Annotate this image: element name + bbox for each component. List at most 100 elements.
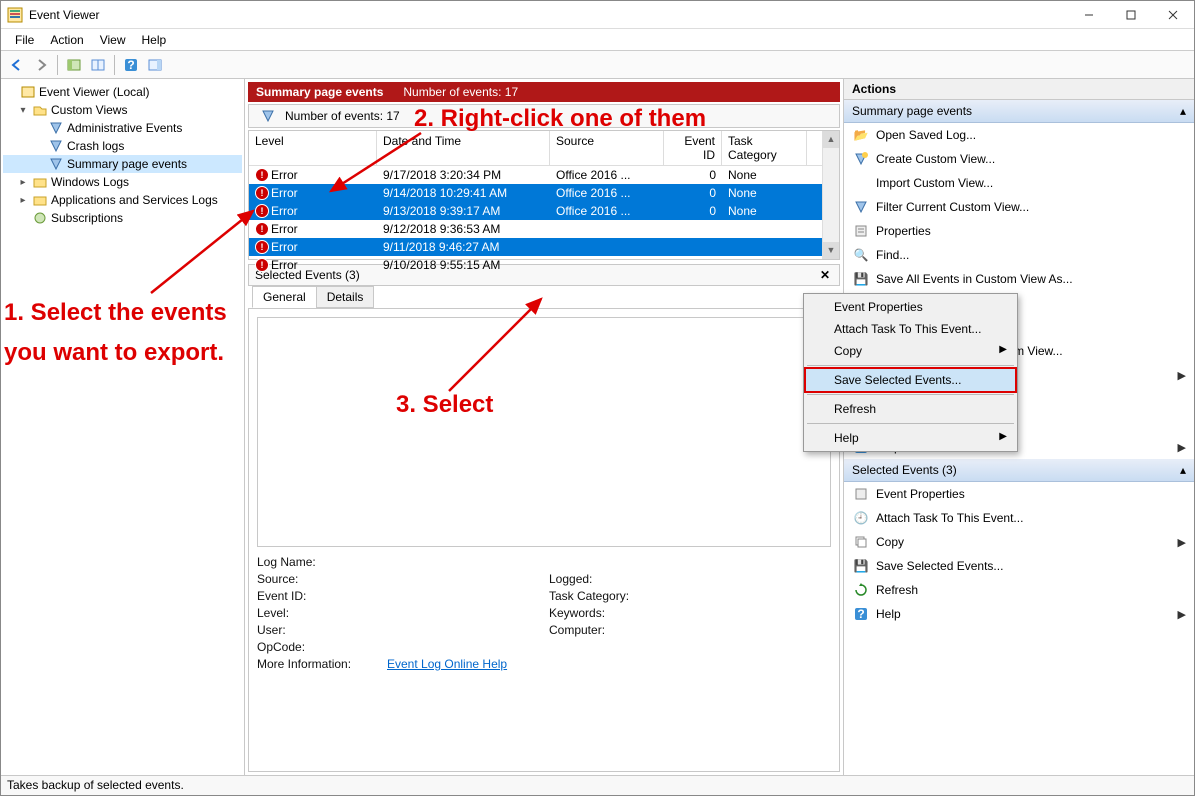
action-ev-attach-label: Attach Task To This Event... xyxy=(876,511,1023,525)
event-grid[interactable]: Level Date and Time Source Event ID Task… xyxy=(248,130,840,260)
toolbar-properties-button[interactable] xyxy=(87,54,109,76)
tree-windows-logs-label: Windows Logs xyxy=(51,175,129,189)
action-import-view-label: Import Custom View... xyxy=(876,176,993,190)
prop-opcode-label: OpCode: xyxy=(257,640,377,654)
action-import-view[interactable]: Import Custom View... xyxy=(844,171,1194,195)
tree-admin-events[interactable]: Administrative Events xyxy=(3,119,242,137)
prop-logged-label: Logged: xyxy=(549,572,669,586)
actions-section-summary-label: Summary page events xyxy=(852,104,972,118)
tree-windows-logs[interactable]: ▸Windows Logs xyxy=(3,173,242,191)
tree-custom-views[interactable]: ▾Custom Views xyxy=(3,101,242,119)
action-ev-help-label: Help xyxy=(876,607,901,621)
context-menu: Event Properties Attach Task To This Eve… xyxy=(803,293,1018,452)
table-row[interactable]: !Error9/17/2018 3:20:34 PMOffice 2016 ..… xyxy=(249,166,839,184)
filter-icon xyxy=(260,108,276,124)
tree-subscriptions[interactable]: Subscriptions xyxy=(3,209,242,227)
table-row[interactable]: !Error9/12/2018 9:36:53 AM xyxy=(249,220,839,238)
tree-summary-page-label: Summary page events xyxy=(67,157,187,171)
menu-file[interactable]: File xyxy=(7,31,42,49)
tree-apps-services[interactable]: ▸Applications and Services Logs xyxy=(3,191,242,209)
menu-action[interactable]: Action xyxy=(42,31,91,49)
col-date[interactable]: Date and Time xyxy=(377,131,550,165)
close-button[interactable] xyxy=(1152,1,1194,29)
actions-section-selected-label: Selected Events (3) xyxy=(852,463,957,477)
action-ev-save[interactable]: 💾Save Selected Events... xyxy=(844,554,1194,578)
tree-crash-logs-label: Crash logs xyxy=(67,139,124,153)
ctx-attach-task[interactable]: Attach Task To This Event... xyxy=(806,318,1015,340)
col-eventid[interactable]: Event ID xyxy=(664,131,722,165)
ctx-help[interactable]: Help▶ xyxy=(806,427,1015,449)
navigation-tree[interactable]: Event Viewer (Local) ▾Custom Views Admin… xyxy=(1,79,245,775)
summary-header: Summary page events Number of events: 17 xyxy=(248,82,840,102)
action-open-saved-log[interactable]: 📂Open Saved Log... xyxy=(844,123,1194,147)
prop-eventid-label: Event ID: xyxy=(257,589,377,603)
ctx-event-properties[interactable]: Event Properties xyxy=(806,296,1015,318)
minimize-button[interactable] xyxy=(1068,1,1110,29)
prop-computer-label: Computer: xyxy=(549,623,669,637)
filter-count: Number of events: 17 xyxy=(285,109,400,123)
action-properties[interactable]: Properties xyxy=(844,219,1194,243)
actions-section-selected[interactable]: Selected Events (3)▴ xyxy=(844,459,1194,482)
action-ev-copy[interactable]: Copy▶ xyxy=(844,530,1194,554)
prop-user-label: User: xyxy=(257,623,377,637)
ctx-save-selected[interactable]: Save Selected Events... xyxy=(804,367,1017,393)
col-task[interactable]: Task Category xyxy=(722,131,807,165)
toolbar-show-hide-tree-button[interactable] xyxy=(63,54,85,76)
forward-button[interactable] xyxy=(30,54,52,76)
scroll-down-icon[interactable]: ▼ xyxy=(823,242,839,259)
toolbar-show-hide-action-button[interactable] xyxy=(144,54,166,76)
action-save-all[interactable]: 💾Save All Events in Custom View As... xyxy=(844,267,1194,291)
prop-logname-label: Log Name: xyxy=(257,555,377,569)
scroll-up-icon[interactable]: ▲ xyxy=(823,131,839,148)
tab-general[interactable]: General xyxy=(252,286,317,308)
actions-section-summary[interactable]: Summary page events▴ xyxy=(844,100,1194,123)
filter-icon xyxy=(852,199,870,215)
tree-root[interactable]: Event Viewer (Local) xyxy=(3,83,242,101)
prop-moreinfo-label: More Information: xyxy=(257,657,377,671)
tree-crash-logs[interactable]: Crash logs xyxy=(3,137,242,155)
chevron-right-icon: ▶ xyxy=(1178,536,1186,549)
save-icon: 💾 xyxy=(852,271,870,287)
tab-details[interactable]: Details xyxy=(316,286,375,308)
table-row[interactable]: !Error9/14/2018 10:29:41 AMOffice 2016 .… xyxy=(249,184,839,202)
action-properties-label: Properties xyxy=(876,224,931,238)
col-source[interactable]: Source xyxy=(550,131,664,165)
action-open-saved-log-label: Open Saved Log... xyxy=(876,128,976,142)
action-ev-refresh[interactable]: Refresh xyxy=(844,578,1194,602)
tree-summary-page-events[interactable]: Summary page events xyxy=(3,155,242,173)
maximize-button[interactable] xyxy=(1110,1,1152,29)
table-row[interactable]: !Error9/10/2018 9:55:15 AM xyxy=(249,256,839,274)
event-log-help-link[interactable]: Event Log Online Help xyxy=(387,657,507,671)
table-row[interactable]: !Error9/13/2018 9:39:17 AMOffice 2016 ..… xyxy=(249,202,839,220)
ctx-refresh[interactable]: Refresh xyxy=(806,398,1015,420)
grid-scrollbar[interactable]: ▲ ▼ xyxy=(822,131,839,259)
chevron-right-icon: ▶ xyxy=(1178,369,1186,382)
prop-level-label: Level: xyxy=(257,606,377,620)
filter-bar: Number of events: 17 xyxy=(248,104,840,128)
col-level[interactable]: Level xyxy=(249,131,377,165)
action-ev-properties-label: Event Properties xyxy=(876,487,965,501)
summary-header-count: Number of events: 17 xyxy=(403,85,518,99)
tree-root-label: Event Viewer (Local) xyxy=(39,85,150,99)
filter-new-icon xyxy=(852,151,870,167)
action-create-view[interactable]: Create Custom View... xyxy=(844,147,1194,171)
grid-header: Level Date and Time Source Event ID Task… xyxy=(249,131,839,166)
menu-view[interactable]: View xyxy=(92,31,134,49)
table-row[interactable]: !Error9/11/2018 9:46:27 AM xyxy=(249,238,839,256)
action-ev-refresh-label: Refresh xyxy=(876,583,918,597)
summary-header-title: Summary page events xyxy=(256,85,383,99)
action-ev-attach[interactable]: 🕘Attach Task To This Event... xyxy=(844,506,1194,530)
toolbar-help-button[interactable]: ? xyxy=(120,54,142,76)
blank-icon xyxy=(852,175,870,191)
properties-icon xyxy=(852,223,870,239)
action-find[interactable]: 🔍Find... xyxy=(844,243,1194,267)
menu-help[interactable]: Help xyxy=(134,31,175,49)
tree-apps-services-label: Applications and Services Logs xyxy=(51,193,218,207)
status-bar: Takes backup of selected events. xyxy=(1,775,1194,795)
action-ev-properties[interactable]: Event Properties xyxy=(844,482,1194,506)
action-ev-help[interactable]: ?Help▶ xyxy=(844,602,1194,626)
ctx-copy[interactable]: Copy▶ xyxy=(806,340,1015,362)
back-button[interactable] xyxy=(6,54,28,76)
tree-custom-views-label: Custom Views xyxy=(51,103,127,117)
action-filter-view[interactable]: Filter Current Custom View... xyxy=(844,195,1194,219)
